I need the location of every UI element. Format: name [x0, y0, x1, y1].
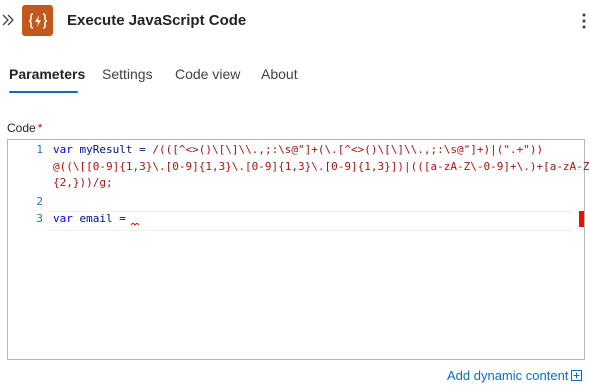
current-line-highlight [49, 211, 572, 231]
code-label-text: Code [7, 121, 36, 135]
line-number-gutter: 1 2 3 [8, 140, 48, 359]
tab-code-view[interactable]: Code view [175, 66, 240, 82]
code-line-wrapped: @((\[[0-9]{1,3}\.[0-9]{1,3}\.[0-9]{1,3}\… [53, 160, 590, 173]
tab-parameters[interactable]: Parameters [9, 66, 85, 82]
code-line-wrapped: {2,}))/g; [53, 176, 113, 189]
code-keyword: var [53, 143, 73, 156]
javascript-action-icon [22, 5, 53, 36]
add-dynamic-content-link[interactable]: Add dynamic content [447, 368, 583, 383]
code-line: var myResult = /(([^<>()\[\]\\.,;:\s@"]+… [53, 143, 543, 156]
code-regex: {2,}))/g; [53, 176, 113, 189]
code-regex: /(([^<>()\[\]\\.,;:\s@"]+(\.[^<>()\[\]\\… [152, 143, 544, 156]
active-tab-indicator [9, 91, 78, 93]
code-keyword: var [53, 212, 73, 225]
code-regex: @((\[[0-9]{1,3}\.[0-9]{1,3}\.[0-9]{1,3}\… [53, 160, 590, 173]
code-identifier: myResult = [72, 143, 153, 156]
line-number: 1 [36, 143, 43, 156]
tab-about[interactable]: About [261, 66, 298, 82]
curly-bolt-icon [28, 12, 47, 29]
line-number: 2 [36, 195, 43, 208]
required-marker: * [37, 121, 43, 135]
line-number: 3 [36, 212, 43, 225]
error-squiggle-icon [131, 223, 139, 226]
code-identifier: email = [72, 212, 126, 225]
code-editor[interactable]: 1 2 3 var myResult = /(([^<>()\[\]\\.,;:… [7, 139, 590, 360]
action-header: Execute JavaScript Code [0, 0, 590, 44]
tab-bar: Parameters Settings Code view About [0, 58, 590, 96]
code-field-label: Code * [7, 121, 42, 135]
add-plus-icon [571, 370, 583, 381]
collapse-chevrons-icon[interactable] [2, 13, 14, 27]
add-dynamic-content-label: Add dynamic content [447, 368, 569, 383]
code-line: var email = [53, 212, 126, 225]
action-title: Execute JavaScript Code [67, 12, 247, 29]
more-options-icon[interactable] [580, 12, 588, 30]
tab-settings[interactable]: Settings [102, 66, 153, 82]
error-scrollbar-marker [579, 211, 584, 227]
